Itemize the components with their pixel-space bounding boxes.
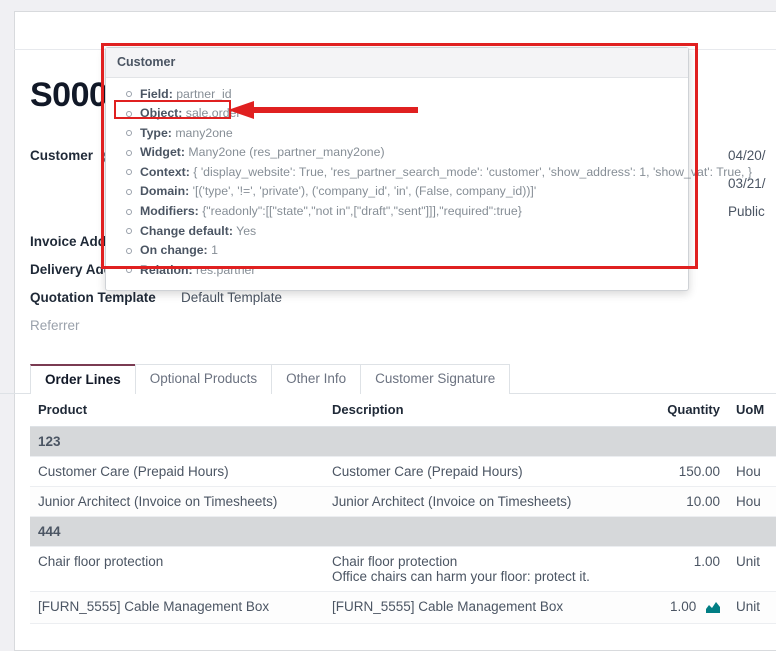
section-label: 123: [30, 427, 776, 457]
column-header-description: Description: [324, 394, 624, 427]
tooltip-row-widget: Widget: Many2one (res_partner_many2one): [140, 143, 688, 163]
tooltip-value: {"readonly":[["state","not in",["draft",…: [202, 204, 522, 218]
tooltip-key: Field:: [140, 87, 173, 101]
tab-order-lines[interactable]: Order Lines: [30, 364, 136, 394]
tooltip-row-on-change: On change: 1: [140, 241, 688, 261]
tooltip-row-domain: Domain: '[('type', '!=', 'private'), ('c…: [140, 182, 688, 202]
tab-optional-products[interactable]: Optional Products: [135, 364, 272, 394]
table-row[interactable]: Chair floor protection Chair floor prote…: [30, 547, 776, 592]
notebook-tabs: Order Lines Optional Products Other Info…: [30, 364, 509, 394]
tooltip-key: Context:: [140, 165, 190, 179]
tooltip-key: Object:: [140, 106, 182, 120]
section-label: 444: [30, 517, 776, 547]
field-value-quotation-template[interactable]: Default Template: [181, 290, 282, 305]
field-value-order-date[interactable]: 04/20/: [728, 148, 766, 163]
tooltip-value: 1: [211, 243, 218, 257]
table-section-row[interactable]: 444: [30, 517, 776, 547]
tooltip-key: Widget:: [140, 145, 185, 159]
tooltip-key: Modifiers:: [140, 204, 199, 218]
tooltip-row-change-default: Change default: Yes: [140, 221, 688, 241]
cell-description[interactable]: Customer Care (Prepaid Hours): [324, 457, 624, 487]
tooltip-value: '[('type', '!=', 'private'), ('company_i…: [193, 184, 537, 198]
cell-uom[interactable]: Hou: [728, 457, 776, 487]
tooltip-row-field: Field: partner_id: [140, 84, 688, 104]
tooltip-key: Type:: [140, 126, 172, 140]
description-line-1: Chair floor protection: [332, 554, 616, 569]
cell-quantity[interactable]: 1.00: [624, 592, 728, 624]
table-row[interactable]: [FURN_5555] Cable Management Box [FURN_5…: [30, 592, 776, 624]
column-header-uom: UoM: [728, 394, 776, 427]
field-label-referrer: Referrer: [30, 318, 80, 333]
column-header-product: Product: [30, 394, 324, 427]
cell-quantity[interactable]: 1.00: [624, 547, 728, 592]
tooltip-value: many2one: [175, 126, 232, 140]
cell-description[interactable]: [FURN_5555] Cable Management Box: [324, 592, 624, 624]
order-lines-table: Product Description Quantity UoM 123 Cus…: [30, 394, 776, 624]
tooltip-row-object: Object: sale.order: [140, 104, 688, 124]
tab-customer-signature[interactable]: Customer Signature: [360, 364, 510, 394]
quantity-value: 1.00: [670, 599, 696, 614]
tooltip-row-modifiers: Modifiers: {"readonly":[["state","not in…: [140, 202, 688, 222]
table-header-row: Product Description Quantity UoM: [30, 394, 776, 427]
tooltip-value: Yes: [236, 224, 256, 238]
tooltip-value: partner_id: [176, 87, 231, 101]
tooltip-body: Field: partner_id Object: sale.order Typ…: [106, 78, 688, 290]
cell-uom[interactable]: Hou: [728, 487, 776, 517]
tooltip-key: Relation:: [140, 263, 193, 277]
tooltip-row-context: Context: { 'display_website': True, 'res…: [140, 162, 688, 182]
page-title: S000: [30, 78, 107, 112]
cell-quantity[interactable]: 10.00: [624, 487, 728, 517]
tooltip-key: On change:: [140, 243, 208, 257]
table-section-row[interactable]: 123: [30, 427, 776, 457]
cell-product[interactable]: Chair floor protection: [30, 547, 324, 592]
field-label-customer: Customer: [30, 148, 93, 163]
field-value-pricelist[interactable]: Public: [728, 204, 765, 219]
tooltip-key: Domain:: [140, 184, 189, 198]
tooltip-value: sale.order: [186, 106, 241, 120]
description-line-2: Office chairs can harm your floor: prote…: [332, 569, 616, 584]
tooltip-row-type: Type: many2one: [140, 123, 688, 143]
cell-product[interactable]: [FURN_5555] Cable Management Box: [30, 592, 324, 624]
table-row[interactable]: Customer Care (Prepaid Hours) Customer C…: [30, 457, 776, 487]
cell-description[interactable]: Chair floor protection Office chairs can…: [324, 547, 624, 592]
tooltip-header: Customer: [106, 48, 688, 78]
tooltip-key: Change default:: [140, 224, 233, 238]
cell-uom[interactable]: Unit: [728, 592, 776, 624]
field-label-quotation-template: Quotation Template: [30, 290, 156, 305]
tab-other-info[interactable]: Other Info: [271, 364, 361, 394]
table-row[interactable]: Junior Architect (Invoice on Timesheets)…: [30, 487, 776, 517]
tooltip-value: { 'display_website': True, 'res_partner_…: [193, 165, 752, 179]
column-header-quantity: Quantity: [624, 394, 728, 427]
cell-description[interactable]: Junior Architect (Invoice on Timesheets): [324, 487, 624, 517]
cell-uom[interactable]: Unit: [728, 547, 776, 592]
tooltip-row-relation: Relation: res.partner: [140, 260, 688, 280]
field-info-tooltip: Customer Field: partner_id Object: sale.…: [105, 47, 689, 291]
forecast-chart-icon[interactable]: [706, 601, 720, 616]
tooltip-value: res.partner: [196, 263, 255, 277]
cell-product[interactable]: Junior Architect (Invoice on Timesheets): [30, 487, 324, 517]
tooltip-value: Many2one (res_partner_many2one): [188, 145, 384, 159]
cell-product[interactable]: Customer Care (Prepaid Hours): [30, 457, 324, 487]
cell-quantity[interactable]: 150.00: [624, 457, 728, 487]
